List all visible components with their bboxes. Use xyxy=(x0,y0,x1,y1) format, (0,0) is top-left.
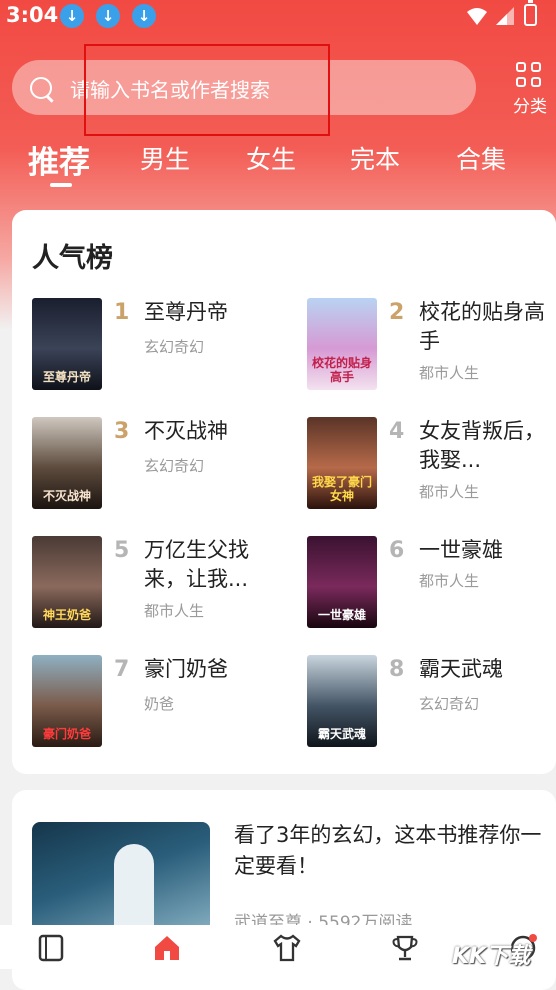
category-button[interactable]: 分类 xyxy=(506,60,554,120)
tab-recommend[interactable]: 推荐 xyxy=(28,137,90,182)
search-icon xyxy=(30,77,52,99)
book-genre: 玄幻奇幻 xyxy=(144,457,205,475)
book-genre: 都市人生 xyxy=(419,364,480,382)
book-item-6[interactable]: 一世豪雄 6 一世豪雄 都市人生 xyxy=(307,536,556,636)
tab-female[interactable]: 女生 xyxy=(246,140,296,176)
book-rank: 1 xyxy=(114,300,130,325)
section-title: 人气榜 xyxy=(32,243,113,274)
tab-collection[interactable]: 合集 xyxy=(456,140,506,176)
book-item-2[interactable]: 校花的贴身高手 2 校花的贴身高手 都市人生 xyxy=(307,298,556,398)
book-genre: 玄幻奇幻 xyxy=(144,338,205,356)
home-icon[interactable] xyxy=(152,933,182,963)
tab-male[interactable]: 男生 xyxy=(140,140,190,176)
active-tab-indicator xyxy=(50,183,72,187)
book-rank: 5 xyxy=(114,538,130,563)
book-title: 一世豪雄 xyxy=(419,538,503,562)
popular-ranking-card: 人气榜 至尊丹帝 1 至尊丹帝 玄幻奇幻 校花的贴身高手 2 校花的贴身高手 都… xyxy=(12,210,556,774)
book-title: 霸天武魂 xyxy=(419,657,503,681)
book-title: 女友背叛后，我娶... xyxy=(419,419,545,472)
book-cover: 神王奶爸 xyxy=(32,536,102,628)
book-title: 豪门奶爸 xyxy=(144,657,228,681)
book-rank: 2 xyxy=(389,300,405,325)
status-bar: 3:04 ↓ ↓ ↓ xyxy=(0,0,556,34)
book-genre: 奶爸 xyxy=(144,695,175,713)
book-cover: 一世豪雄 xyxy=(307,536,377,628)
book-item-3[interactable]: 不灭战神 3 不灭战神 玄幻奇幻 xyxy=(32,417,302,517)
download-icon: ↓ xyxy=(96,4,120,28)
book-item-5[interactable]: 神王奶爸 5 万亿生父找来，让我... 都市人生 xyxy=(32,536,302,636)
book-genre: 玄幻奇幻 xyxy=(419,695,480,713)
download-icon: ↓ xyxy=(132,4,156,28)
book-title: 万亿生父找来，让我... xyxy=(144,538,249,591)
highlight-box xyxy=(84,44,330,136)
book-title: 至尊丹帝 xyxy=(144,300,228,324)
book-genre: 都市人生 xyxy=(144,602,205,620)
book-cover: 霸天武魂 xyxy=(307,655,377,747)
shirt-icon[interactable] xyxy=(272,933,302,963)
grid-icon xyxy=(516,62,544,90)
trophy-icon[interactable] xyxy=(390,933,420,963)
signal-icon xyxy=(496,7,514,25)
tab-completed[interactable]: 完本 xyxy=(350,140,400,176)
book-rank: 3 xyxy=(114,419,130,444)
book-rank: 8 xyxy=(389,657,405,682)
book-rank: 6 xyxy=(389,538,405,563)
book-genre: 都市人生 xyxy=(419,572,480,590)
book-cover: 我娶了豪门女神 xyxy=(307,417,377,509)
book-title: 校花的贴身高手 xyxy=(419,300,545,353)
category-label: 分类 xyxy=(513,97,547,117)
book-item-1[interactable]: 至尊丹帝 1 至尊丹帝 玄幻奇幻 xyxy=(32,298,302,398)
book-genre: 都市人生 xyxy=(419,483,480,501)
tab-bar: 推荐 男生 女生 完本 合集 xyxy=(0,140,556,192)
book-item-7[interactable]: 豪门奶爸 7 豪门奶爸 奶爸 xyxy=(32,655,302,755)
book-title: 不灭战神 xyxy=(144,419,228,443)
wifi-icon xyxy=(467,8,487,25)
bookshelf-icon[interactable] xyxy=(36,933,66,963)
watermark: KK下载 xyxy=(452,944,531,969)
recommend-title: 看了3年的玄幻，这本书推荐你一定要看！ xyxy=(234,823,542,878)
recommend-image xyxy=(32,822,210,942)
download-icon: ↓ xyxy=(60,4,84,28)
book-cover: 豪门奶爸 xyxy=(32,655,102,747)
book-cover: 校花的贴身高手 xyxy=(307,298,377,390)
book-item-4[interactable]: 我娶了豪门女神 4 女友背叛后，我娶... 都市人生 xyxy=(307,417,556,517)
book-rank: 7 xyxy=(114,657,130,682)
book-cover: 至尊丹帝 xyxy=(32,298,102,390)
battery-icon xyxy=(524,0,537,26)
book-item-8[interactable]: 霸天武魂 8 霸天武魂 玄幻奇幻 xyxy=(307,655,556,755)
book-cover: 不灭战神 xyxy=(32,417,102,509)
status-time: 3:04 xyxy=(6,3,59,27)
book-rank: 4 xyxy=(389,419,405,444)
